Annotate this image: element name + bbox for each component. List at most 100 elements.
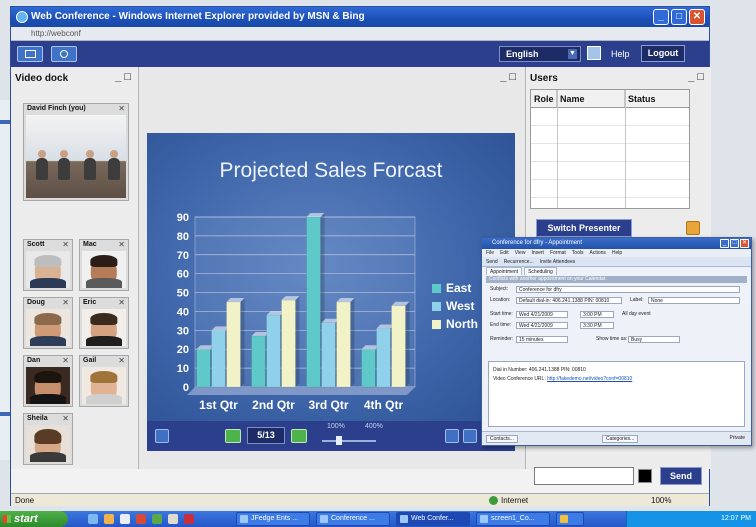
text-color-picker[interactable] bbox=[638, 469, 652, 483]
send-button[interactable]: Send bbox=[660, 467, 702, 485]
video-tile-self[interactable]: David Finch (you) ✕ bbox=[23, 103, 129, 201]
tab-appointment[interactable]: Appointment bbox=[486, 267, 523, 275]
column-header-name[interactable]: Name bbox=[557, 90, 625, 107]
menu-format[interactable]: Format bbox=[550, 249, 566, 257]
close-icon[interactable]: ✕ bbox=[62, 414, 69, 423]
minimize-icon[interactable]: _ bbox=[720, 239, 729, 248]
language-value: English bbox=[506, 49, 539, 59]
start-time-field[interactable]: 3:00 PM bbox=[580, 311, 614, 318]
menu-help[interactable]: Help bbox=[612, 249, 622, 257]
close-icon[interactable]: ✕ bbox=[740, 239, 749, 248]
show-time-select[interactable]: Busy bbox=[628, 336, 680, 343]
end-time-field[interactable]: 3:30 PM bbox=[580, 322, 614, 329]
upload-icon[interactable] bbox=[155, 429, 169, 443]
taskbar-item[interactable]: Conference ... bbox=[316, 512, 390, 526]
video-tile[interactable]: Sheila ✕ bbox=[23, 413, 73, 465]
zoom-slider-thumb[interactable] bbox=[336, 436, 342, 445]
logout-button[interactable]: Logout bbox=[641, 45, 685, 62]
contacts-button[interactable]: Contacts... bbox=[486, 435, 518, 443]
previous-slide-button[interactable] bbox=[225, 429, 241, 443]
profile-button[interactable] bbox=[51, 46, 77, 62]
explorer-icon[interactable] bbox=[120, 514, 130, 524]
edit-icon[interactable] bbox=[587, 46, 601, 60]
close-icon[interactable]: ✕ bbox=[118, 104, 125, 113]
panel-window-controls[interactable]: _□ bbox=[688, 71, 707, 83]
column-header-role[interactable]: Role bbox=[531, 90, 557, 107]
all-day-checkbox-label[interactable]: All day event bbox=[622, 309, 651, 320]
video-tile[interactable]: Doug ✕ bbox=[23, 297, 73, 349]
close-icon[interactable]: ✕ bbox=[689, 9, 705, 25]
video-tile[interactable]: Mac ✕ bbox=[79, 239, 129, 291]
menu-actions[interactable]: Actions bbox=[589, 249, 605, 257]
close-icon[interactable]: ✕ bbox=[118, 356, 125, 365]
start-button[interactable]: start bbox=[0, 511, 68, 527]
taskbar-item[interactable]: JFedge Ents ... bbox=[236, 512, 310, 526]
taskbar-item-label: Conference ... bbox=[331, 515, 375, 522]
chat-input[interactable] bbox=[534, 467, 634, 485]
panel-window-controls[interactable]: _□ bbox=[500, 71, 519, 83]
close-icon[interactable]: ✕ bbox=[118, 298, 125, 307]
participant-video bbox=[26, 425, 70, 462]
appointment-tabs: Appointment Scheduling bbox=[482, 267, 751, 275]
video-tile[interactable]: Scott ✕ bbox=[23, 239, 73, 291]
recurrence-button[interactable]: Recurrence... bbox=[504, 257, 534, 266]
appointment-notes[interactable]: Dial in Number: 406.241.1388 PIN: 00810 … bbox=[488, 361, 745, 427]
address-bar[interactable]: http://webconf bbox=[11, 27, 709, 41]
close-icon[interactable]: ✕ bbox=[62, 240, 69, 249]
taskbar-item-active[interactable]: Web Confer... bbox=[396, 512, 470, 526]
menu-file[interactable]: File bbox=[486, 249, 494, 257]
tab-scheduling[interactable]: Scheduling bbox=[524, 267, 557, 275]
menu-edit[interactable]: Edit bbox=[500, 249, 509, 257]
app-icon[interactable] bbox=[168, 514, 178, 524]
maximize-icon[interactable]: □ bbox=[730, 239, 739, 248]
layout-button[interactable] bbox=[17, 46, 43, 62]
app-icon[interactable] bbox=[136, 514, 146, 524]
video-tile[interactable]: Dan ✕ bbox=[23, 355, 73, 407]
menu-view[interactable]: View bbox=[515, 249, 526, 257]
invite-attendees-button[interactable]: Invite Attendees bbox=[540, 257, 576, 266]
end-date-field[interactable]: Wed 4/21/2009 bbox=[516, 322, 568, 329]
show-desktop-icon[interactable] bbox=[88, 514, 98, 524]
firefox-icon[interactable] bbox=[104, 514, 114, 524]
zoom-slider[interactable] bbox=[322, 440, 376, 442]
close-icon[interactable]: ✕ bbox=[118, 240, 125, 249]
categories-button[interactable]: Categories... bbox=[602, 435, 639, 443]
video-tile[interactable]: Eric ✕ bbox=[79, 297, 129, 349]
start-date-field[interactable]: Wed 4/21/2009 bbox=[516, 311, 568, 318]
language-select[interactable]: English ▼ bbox=[499, 46, 581, 62]
switch-presenter-button[interactable]: Switch Presenter bbox=[536, 219, 632, 237]
maximize-icon[interactable]: □ bbox=[671, 9, 687, 25]
reminder-select[interactable]: 15 minutes bbox=[516, 336, 568, 343]
app-icon[interactable] bbox=[152, 514, 162, 524]
page-zoom[interactable]: 100% bbox=[651, 494, 671, 507]
reminder-label[interactable]: Reminder: bbox=[490, 336, 513, 342]
column-header-status[interactable]: Status bbox=[625, 90, 689, 107]
fit-page-icon[interactable] bbox=[445, 429, 459, 443]
appointment-menu: File Edit View Insert Format Tools Actio… bbox=[482, 249, 751, 257]
video-conference-link[interactable]: http://fakedemo.net/video?conf=00810 bbox=[547, 376, 632, 382]
close-icon[interactable]: ✕ bbox=[62, 298, 69, 307]
label-select[interactable]: None bbox=[648, 297, 740, 304]
send-button[interactable]: Send bbox=[486, 257, 498, 266]
location-field[interactable]: Default dial-in: 406.241.1388 PIN: 00810 bbox=[516, 297, 622, 304]
slide-page-indicator[interactable]: 5/13 bbox=[247, 427, 285, 444]
minimize-icon[interactable]: _ bbox=[653, 9, 669, 25]
menu-tools[interactable]: Tools bbox=[572, 249, 584, 257]
close-icon[interactable]: ✕ bbox=[62, 356, 69, 365]
subject-field[interactable]: Conference for dfry bbox=[516, 286, 740, 293]
help-link[interactable]: Help bbox=[611, 46, 630, 62]
panel-window-controls[interactable]: _□ bbox=[115, 71, 134, 83]
y-tick-label: 40 bbox=[177, 306, 189, 318]
app-icon[interactable] bbox=[184, 514, 194, 524]
video-tile-name: David Finch (you) bbox=[27, 105, 86, 112]
bar-west bbox=[211, 330, 226, 388]
taskbar-item[interactable] bbox=[556, 512, 584, 526]
menu-insert[interactable]: Insert bbox=[531, 249, 544, 257]
clock[interactable]: 12:07 PM bbox=[721, 515, 751, 522]
taskbar-item[interactable]: screen1_Co... bbox=[476, 512, 550, 526]
fullscreen-icon[interactable] bbox=[463, 429, 477, 443]
private-checkbox-label[interactable]: Private bbox=[729, 435, 745, 441]
raise-hand-icon[interactable] bbox=[686, 221, 700, 235]
video-tile[interactable]: Gail ✕ bbox=[79, 355, 129, 407]
next-slide-button[interactable] bbox=[291, 429, 307, 443]
